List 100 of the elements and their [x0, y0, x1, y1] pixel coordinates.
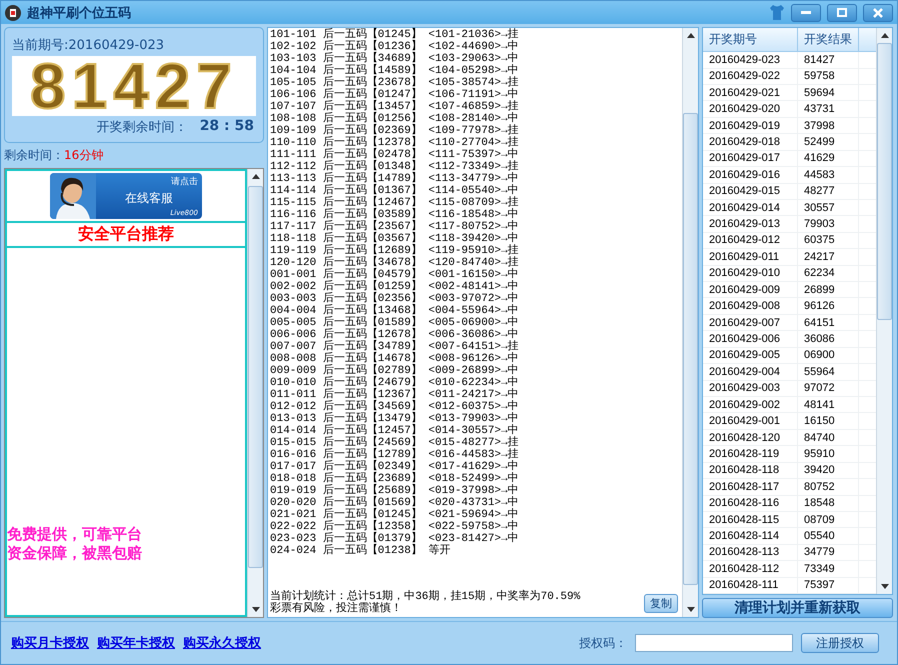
plan-line: 008-008 后一五码【14678】 <008-96126>→中 — [270, 353, 520, 365]
table-cell: 20160429-011 — [703, 249, 798, 265]
scroll-up-icon[interactable] — [686, 33, 694, 38]
table-cell: 20160429-009 — [703, 282, 798, 298]
table-cell: 41629 — [798, 150, 859, 166]
table-cell: 52499 — [798, 134, 859, 150]
promo-heading: 安全平台推荐 — [7, 223, 245, 248]
table-cell: 20160428-114 — [703, 528, 798, 544]
scrollbar[interactable] — [682, 28, 698, 617]
table-cell: 20160429-010 — [703, 266, 798, 282]
plan-line: 018-018 后一五码【23689】 <018-52499>→中 — [270, 473, 520, 485]
plan-line: 020-020 后一五码【01569】 <020-43731>→中 — [270, 497, 520, 509]
plan-line: 003-003 后一五码【02356】 <003-97072>→中 — [270, 293, 520, 305]
plan-line: 115-115 后一五码【12467】 <115-08709>→挂 — [270, 197, 520, 209]
table-cell: 44583 — [798, 167, 859, 182]
table-cell: 62234 — [798, 266, 859, 282]
table-cell: 20160429-015 — [703, 184, 798, 199]
plan-line: 012-012 后一五码【34569】 <012-60375>→中 — [270, 401, 520, 413]
plan-line: 009-009 后一五码【02789】 <009-26899>→中 — [270, 365, 520, 377]
table-cell: 05540 — [798, 528, 859, 544]
scroll-down-icon[interactable] — [686, 607, 694, 612]
plan-line: 006-006 后一五码【12678】 <006-36086>→中 — [270, 329, 520, 341]
table-cell: 34779 — [798, 544, 859, 560]
plan-line: 105-105 后一五码【23678】 <105-38574>→挂 — [270, 77, 520, 89]
maximize-icon — [837, 8, 847, 17]
plan-line: 011-011 后一五码【12367】 <011-24217>→中 — [270, 389, 520, 401]
promo-text: 免费提供，可靠平台 — [7, 525, 143, 544]
remaining-value: 16分钟 — [64, 148, 104, 162]
plan-line: 116-116 后一五码【03589】 <116-18548>→中 — [270, 209, 520, 221]
plan-line: 024-024 后一五码【01238】 等开 — [270, 545, 452, 557]
table-cell: 20160429-008 — [703, 298, 798, 314]
scroll-down-icon[interactable] — [252, 607, 260, 612]
plan-line: 117-117 后一五码【23567】 <117-80752>→中 — [270, 221, 520, 233]
plan-line: 022-022 后一五码【12358】 <022-59758>→中 — [270, 521, 520, 533]
auth-code-label: 授权码： — [579, 634, 627, 652]
purchase-link[interactable]: 购买年卡授权 — [97, 634, 175, 652]
plan-line: 015-015 后一五码【24569】 <015-48277>→挂 — [270, 437, 520, 449]
close-icon — [873, 8, 883, 18]
table-cell: 20160428-112 — [703, 561, 798, 577]
current-period: 当前期号:20160429-023 — [12, 37, 166, 54]
table-cell: 20160428-118 — [703, 462, 798, 478]
plan-line: 101-101 后一五码【01245】 <101-21036>→挂 — [270, 29, 520, 41]
scroll-thumb[interactable] — [248, 186, 263, 568]
copy-button[interactable]: 复制 — [644, 594, 678, 613]
table-cell: 08709 — [798, 512, 859, 528]
plan-line: 104-104 后一五码【14589】 <104-05298>→中 — [270, 65, 520, 77]
table-cell: 81427 — [798, 52, 859, 68]
table-cell: 24217 — [798, 249, 859, 265]
scroll-up-icon[interactable] — [880, 33, 888, 38]
table-cell: 59694 — [798, 84, 859, 100]
scroll-down-icon[interactable] — [880, 584, 888, 589]
plan-line: 013-013 后一五码【13479】 <013-79903>→中 — [270, 413, 520, 425]
table-cell: 20160428-120 — [703, 430, 798, 446]
plan-line: 017-017 后一五码【02349】 <017-41629>→中 — [270, 461, 520, 473]
scrollbar[interactable] — [247, 169, 263, 617]
plan-line: 107-107 后一五码【13457】 <107-46859>→挂 — [270, 101, 520, 113]
plan-line: 118-118 后一五码【03567】 <118-39420>→中 — [270, 233, 520, 245]
minimize-button[interactable] — [791, 4, 821, 22]
table-cell: 20160429-004 — [703, 364, 798, 380]
table-cell: 64151 — [798, 314, 859, 330]
maximize-button[interactable] — [827, 4, 857, 22]
banner-title: 在线客服 — [125, 190, 173, 207]
scroll-up-icon[interactable] — [252, 174, 260, 179]
plan-line: 109-109 后一五码【02369】 <109-77978>→挂 — [270, 125, 520, 137]
table-cell: 20160429-007 — [703, 314, 798, 330]
close-button[interactable] — [863, 4, 893, 22]
purchase-link[interactable]: 购买月卡授权 — [11, 634, 89, 652]
table-cell: 20160429-012 — [703, 232, 798, 248]
plan-line: 004-004 后一五码【13468】 <004-55964>→中 — [270, 305, 520, 317]
scroll-thumb[interactable] — [683, 113, 698, 585]
plan-line: 016-016 后一五码【12789】 <016-44583>→挂 — [270, 449, 520, 461]
table-cell: 20160428-115 — [703, 512, 798, 528]
column-header[interactable]: 开奖结果 — [798, 28, 859, 52]
register-button[interactable]: 注册授权 — [801, 633, 879, 653]
table-cell: 20160429-003 — [703, 380, 798, 396]
column-header[interactable]: 开奖期号 — [703, 28, 798, 52]
table-cell: 39420 — [798, 462, 859, 478]
table-cell: 20160429-005 — [703, 348, 798, 364]
clear-refetch-button[interactable]: 清理计划并重新获取 — [702, 598, 893, 618]
plan-line: 007-007 后一五码【34789】 <007-64151>→挂 — [270, 341, 520, 353]
auth-code-field[interactable] — [635, 634, 793, 652]
purchase-link[interactable]: 购买永久授权 — [183, 634, 261, 652]
table-cell: 36086 — [798, 331, 859, 347]
table-cell: 16150 — [798, 413, 859, 429]
table-cell: 20160429-021 — [703, 84, 798, 100]
app-icon — [5, 4, 21, 20]
table-cell: 20160429-001 — [703, 413, 798, 429]
stats-text: 当前计划统计：总计51期，中36期，挂15期，中奖率为70.59% — [270, 591, 582, 603]
draw-number: 81427 — [12, 56, 256, 116]
scrollbar[interactable] — [876, 28, 892, 594]
plan-line: 023-023 后一五码【01379】 <023-81427>→中 — [270, 533, 520, 545]
table-cell: 20160429-016 — [703, 167, 798, 182]
table-cell: 20160428-113 — [703, 544, 798, 560]
table-cell: 30557 — [798, 200, 859, 216]
table-cell: 20160428-117 — [703, 479, 798, 495]
table-cell: 20160428-116 — [703, 496, 798, 511]
promo-text: 资金保障，被黑包赔 — [7, 544, 143, 563]
plan-line: 110-110 后一五码【12378】 <110-27704>→挂 — [270, 137, 520, 149]
table-cell: 37998 — [798, 118, 859, 134]
scroll-thumb[interactable] — [877, 43, 892, 320]
